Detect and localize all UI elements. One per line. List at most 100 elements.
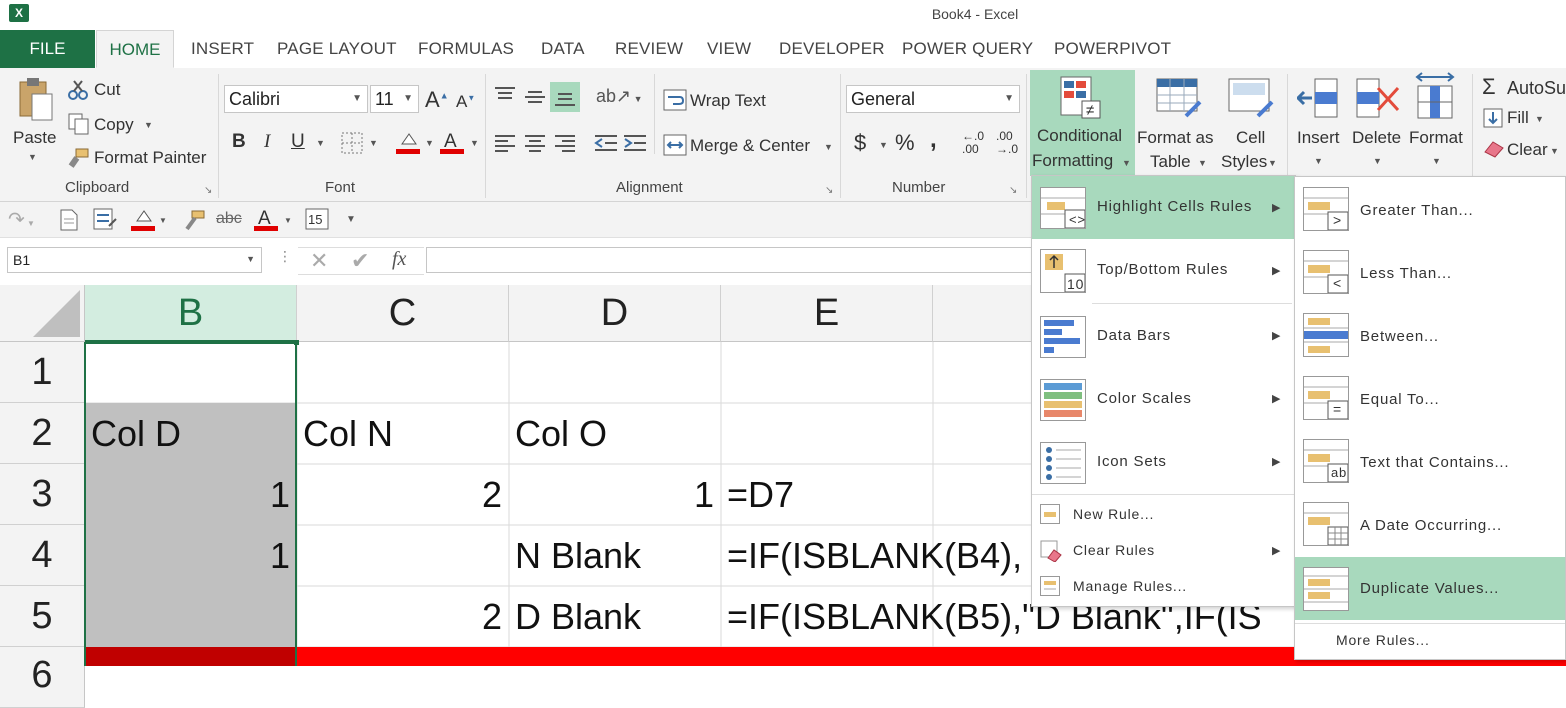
cell-e4[interactable]: =IF(ISBLANK(B4), — [727, 535, 1022, 577]
delete-cells-button[interactable]: Delete — [1352, 128, 1401, 148]
font-color-dropdown-icon[interactable]: ▼ — [470, 138, 479, 148]
cell-styles-label-2[interactable]: Styles — [1221, 152, 1267, 172]
chevron-down-icon[interactable]: ▼ — [1373, 156, 1382, 166]
row-header-6[interactable]: 6 — [0, 647, 85, 708]
insert-function-button[interactable]: fx — [392, 248, 406, 271]
number-format-combo[interactable]: General ▼ — [846, 85, 1020, 113]
qat-fill-color-icon[interactable] — [129, 207, 157, 238]
menu-data-bars[interactable]: Data Bars ▶ — [1032, 304, 1295, 367]
cell-c5[interactable]: 2 — [298, 596, 502, 638]
qat-font-color-icon[interactable]: A — [254, 207, 280, 238]
menu-color-scales[interactable]: Color Scales ▶ — [1032, 367, 1295, 430]
tab-power-query[interactable]: POWER QUERY — [902, 39, 1033, 59]
format-as-table-icon[interactable] — [1156, 78, 1202, 125]
align-top-icon[interactable] — [494, 86, 516, 111]
merge-center-button[interactable]: Merge & Center — [690, 136, 810, 156]
tab-powerpivot[interactable]: POWERPIVOT — [1054, 39, 1171, 59]
cell-styles-icon[interactable] — [1228, 78, 1274, 125]
format-as-table-label-2[interactable]: Table — [1150, 152, 1191, 172]
more-options-icon[interactable]: ⋮ — [278, 248, 292, 265]
font-name-combo[interactable]: Calibri ▼ — [224, 85, 368, 113]
cell-c3[interactable]: 2 — [298, 474, 502, 516]
underline-button[interactable]: U — [291, 131, 305, 153]
tab-view[interactable]: VIEW — [707, 39, 751, 59]
menu-clear-rules[interactable]: Clear Rules ▶ — [1032, 534, 1295, 568]
cell-d3[interactable]: 1 — [510, 474, 714, 516]
tab-home[interactable]: HOME — [96, 30, 174, 68]
increase-indent-icon[interactable] — [623, 133, 647, 158]
copy-dropdown-icon[interactable]: ▼ — [144, 120, 153, 130]
enter-icon[interactable]: ✔ — [351, 248, 369, 274]
grow-font-icon[interactable]: A▲ — [425, 87, 449, 113]
chevron-down-icon[interactable]: ▼ — [1198, 158, 1207, 168]
submenu-equal-to[interactable]: = Equal To... — [1295, 366, 1565, 429]
chevron-down-icon[interactable]: ▼ — [1268, 158, 1277, 168]
form-icon[interactable] — [93, 208, 117, 235]
submenu-greater-than[interactable]: > Greater Than... — [1295, 177, 1565, 240]
row-header-4[interactable]: 4 — [0, 525, 85, 586]
conditional-formatting-button[interactable]: ≠ Conditional Formatting ▼ — [1030, 70, 1135, 176]
paste-icon[interactable] — [16, 76, 54, 126]
cell-b3[interactable]: 1 — [86, 474, 290, 516]
chevron-down-icon[interactable]: ▼ — [1535, 114, 1544, 124]
tab-review[interactable]: REVIEW — [615, 39, 683, 59]
tab-data[interactable]: DATA — [541, 39, 585, 59]
qat-format-painter-icon[interactable] — [183, 209, 205, 236]
clipboard-launcher-icon[interactable]: ↘ — [204, 185, 212, 196]
row-header-2[interactable]: 2 — [0, 403, 85, 464]
copy-button[interactable]: Copy — [94, 115, 134, 135]
submenu-more-rules[interactable]: More Rules... — [1295, 627, 1565, 657]
submenu-duplicate-values[interactable]: Duplicate Values... — [1295, 557, 1565, 620]
tab-file[interactable]: FILE — [0, 30, 95, 68]
row-header-3[interactable]: 3 — [0, 464, 85, 525]
fill-handle[interactable] — [294, 340, 299, 345]
menu-icon-sets[interactable]: Icon Sets ▶ — [1032, 430, 1295, 493]
chevron-down-icon[interactable]: ▼ — [159, 216, 167, 225]
tab-formulas[interactable]: FORMULAS — [418, 39, 514, 59]
delete-cells-icon[interactable] — [1356, 78, 1402, 127]
format-as-table-label-1[interactable]: Format as — [1137, 128, 1214, 148]
align-middle-icon[interactable] — [524, 86, 546, 111]
cell-d2[interactable]: Col O — [515, 413, 607, 455]
chevron-down-icon[interactable]: ▼ — [284, 216, 292, 225]
font-size-combo[interactable]: 11 ▼ — [370, 85, 419, 113]
cell-b2[interactable]: Col D — [91, 413, 181, 455]
number-launcher-icon[interactable]: ↘ — [1009, 185, 1017, 196]
shrink-font-icon[interactable]: A▼ — [456, 92, 475, 112]
percent-button[interactable]: % — [895, 130, 915, 156]
tab-insert[interactable]: INSERT — [191, 39, 254, 59]
menu-top-bottom-rules[interactable]: 10 Top/Bottom Rules ▶ — [1032, 239, 1295, 302]
menu-new-rule[interactable]: New Rule... — [1032, 498, 1295, 532]
menu-manage-rules[interactable]: Manage Rules... — [1032, 570, 1295, 604]
cell-c2[interactable]: Col N — [303, 413, 393, 455]
column-header-d[interactable]: D — [509, 285, 721, 342]
borders-dropdown-icon[interactable]: ▼ — [369, 138, 378, 148]
align-right-icon[interactable] — [554, 133, 576, 158]
align-bottom-icon[interactable] — [550, 82, 580, 112]
cell-d5[interactable]: D Blank — [515, 596, 641, 638]
align-left-icon[interactable] — [494, 133, 516, 158]
cell-b4[interactable]: 1 — [86, 535, 290, 577]
new-document-icon[interactable] — [60, 209, 78, 236]
customize-qat-icon[interactable]: ▼ — [346, 214, 356, 225]
decrease-decimal-button[interactable]: .00 →.0 — [996, 130, 1024, 156]
comma-button[interactable]: , — [930, 126, 937, 154]
fill-button[interactable]: Fill — [1507, 108, 1529, 128]
orientation-icon[interactable]: ab↗ ▼ — [596, 86, 643, 107]
menu-highlight-cells-rules[interactable]: <> Highlight Cells Rules ▶ — [1032, 176, 1295, 239]
borders-icon[interactable] — [341, 132, 363, 159]
insert-cells-icon[interactable] — [1295, 78, 1341, 127]
fill-color-dropdown-icon[interactable]: ▼ — [425, 138, 434, 148]
align-center-icon[interactable] — [524, 133, 546, 158]
row-header-1[interactable]: 1 — [0, 342, 85, 403]
sum-fx-icon[interactable]: 15 — [305, 208, 331, 237]
italic-button[interactable]: I — [264, 131, 270, 153]
column-header-c[interactable]: C — [297, 285, 509, 342]
wrap-text-button[interactable]: Wrap Text — [690, 91, 766, 111]
column-header-e[interactable]: E — [721, 285, 933, 342]
submenu-text-contains[interactable]: ab Text that Contains... — [1295, 429, 1565, 492]
decrease-indent-icon[interactable] — [594, 133, 618, 158]
column-header-b[interactable]: B — [85, 285, 297, 342]
autosum-button[interactable]: AutoSu — [1507, 78, 1566, 99]
font-color-icon[interactable]: A — [440, 130, 466, 161]
